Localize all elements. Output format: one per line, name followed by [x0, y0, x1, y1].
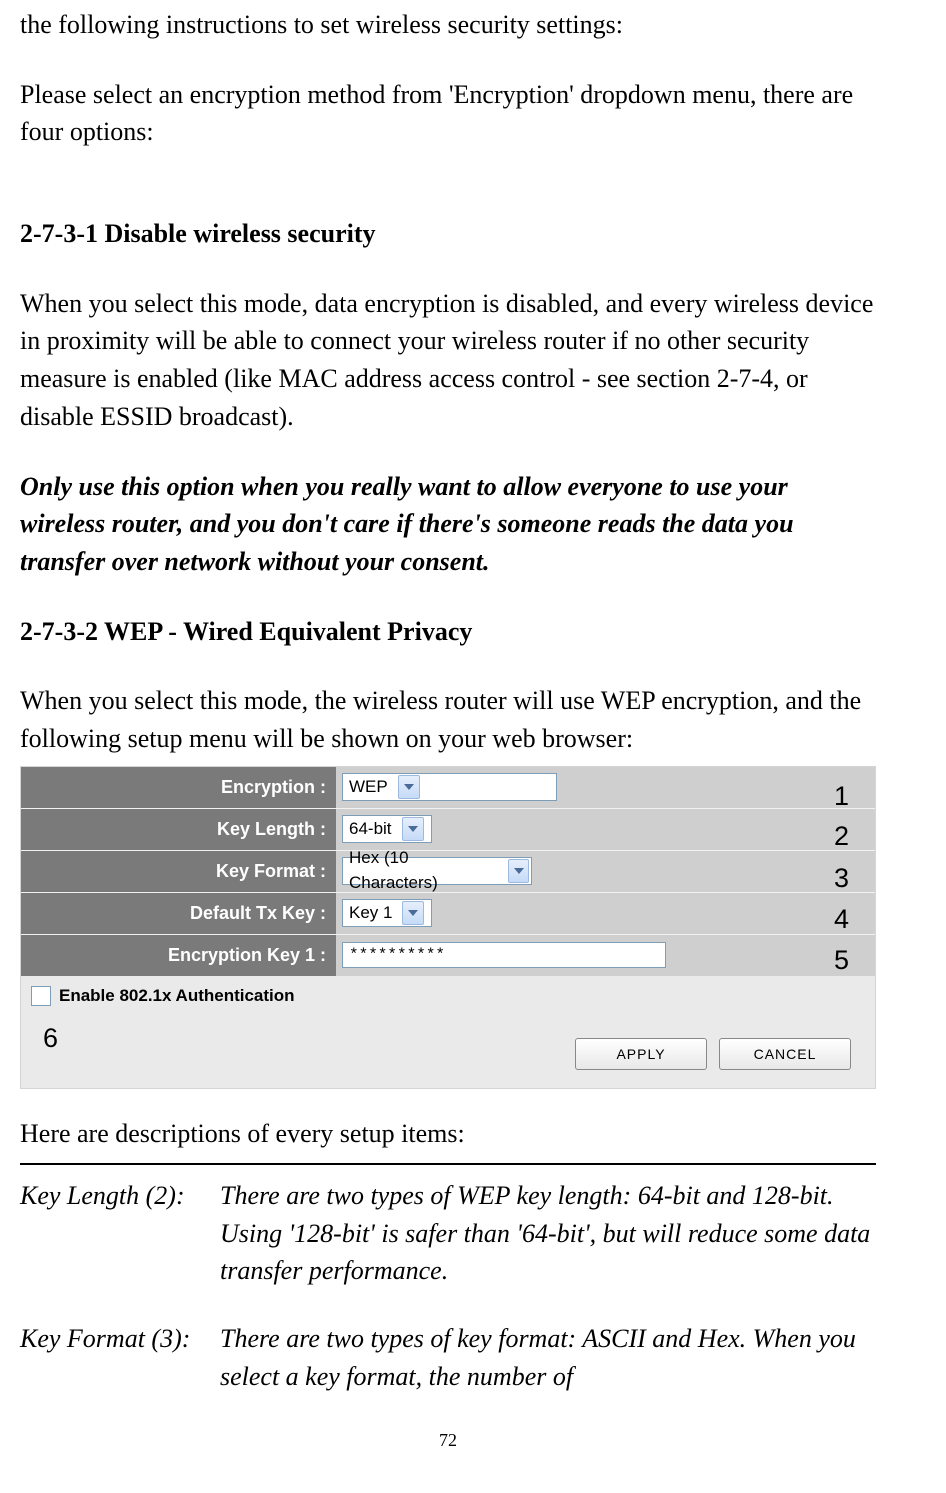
chevron-down-icon	[402, 901, 424, 925]
enc-key-1-row: Encryption Key 1 : **********	[21, 934, 875, 976]
key-length-term: Key Length (2):	[20, 1177, 220, 1290]
descriptions-intro: Here are descriptions of every setup ite…	[20, 1115, 876, 1153]
callout-6: 6	[43, 1019, 58, 1058]
enc-key-1-label: Encryption Key 1 :	[21, 935, 336, 976]
wep-settings-screenshot: Encryption : WEP Key Length : 64-bit Key…	[20, 766, 876, 1090]
key-format-value: Hex (10 Characters)	[349, 846, 498, 895]
encryption-label: Encryption :	[21, 767, 336, 808]
descriptions-table: Key Length (2): There are two types of W…	[20, 1163, 876, 1395]
enc-key-1-value: **********	[349, 944, 445, 967]
key-format-description: There are two types of key format: ASCII…	[220, 1320, 876, 1395]
callout-1: 1	[834, 777, 849, 816]
intro-line-2: Please select an encryption method from …	[20, 76, 876, 151]
page-number: 72	[20, 1427, 876, 1453]
paragraph-wep: When you select this mode, the wireless …	[20, 682, 876, 757]
chevron-down-icon	[508, 859, 529, 883]
key-format-row: Key Format : Hex (10 Characters)	[21, 850, 875, 892]
chevron-down-icon	[398, 775, 420, 799]
apply-button[interactable]: APPLY	[575, 1038, 707, 1070]
encryption-row: Encryption : WEP	[21, 767, 875, 808]
enable-8021x-row: Enable 802.1x Authentication	[21, 976, 875, 1011]
warning-text: Only use this option when you really wan…	[20, 468, 876, 581]
callout-2: 2	[834, 817, 849, 856]
cancel-button[interactable]: CANCEL	[719, 1038, 851, 1070]
callout-4: 4	[834, 900, 849, 939]
heading-wep: 2-7-3-2 WEP - Wired Equivalent Privacy	[20, 613, 876, 651]
key-length-description: There are two types of WEP key length: 6…	[220, 1177, 876, 1290]
key-format-label: Key Format :	[21, 851, 336, 892]
key-length-value: 64-bit	[349, 817, 392, 842]
enable-8021x-label: Enable 802.1x Authentication	[59, 984, 295, 1009]
chevron-down-icon	[402, 817, 424, 841]
default-tx-value: Key 1	[349, 901, 392, 926]
encryption-select[interactable]: WEP	[342, 773, 557, 801]
key-format-select[interactable]: Hex (10 Characters)	[342, 857, 532, 885]
enable-8021x-checkbox[interactable]	[31, 986, 51, 1006]
key-length-label: Key Length :	[21, 809, 336, 850]
encryption-value: WEP	[349, 775, 388, 800]
default-tx-label: Default Tx Key :	[21, 893, 336, 934]
key-format-term: Key Format (3):	[20, 1320, 220, 1395]
callout-3: 3	[834, 859, 849, 898]
default-tx-select[interactable]: Key 1	[342, 899, 432, 927]
enc-key-1-input[interactable]: **********	[342, 942, 666, 968]
heading-disable-security: 2-7-3-1 Disable wireless security	[20, 215, 876, 253]
intro-line-1: the following instructions to set wirele…	[20, 6, 876, 44]
key-length-row: Key Length : 64-bit	[21, 808, 875, 850]
callout-5: 5	[834, 941, 849, 980]
key-length-select[interactable]: 64-bit	[342, 815, 432, 843]
paragraph-disable-security: When you select this mode, data encrypti…	[20, 285, 876, 436]
default-tx-row: Default Tx Key : Key 1	[21, 892, 875, 934]
